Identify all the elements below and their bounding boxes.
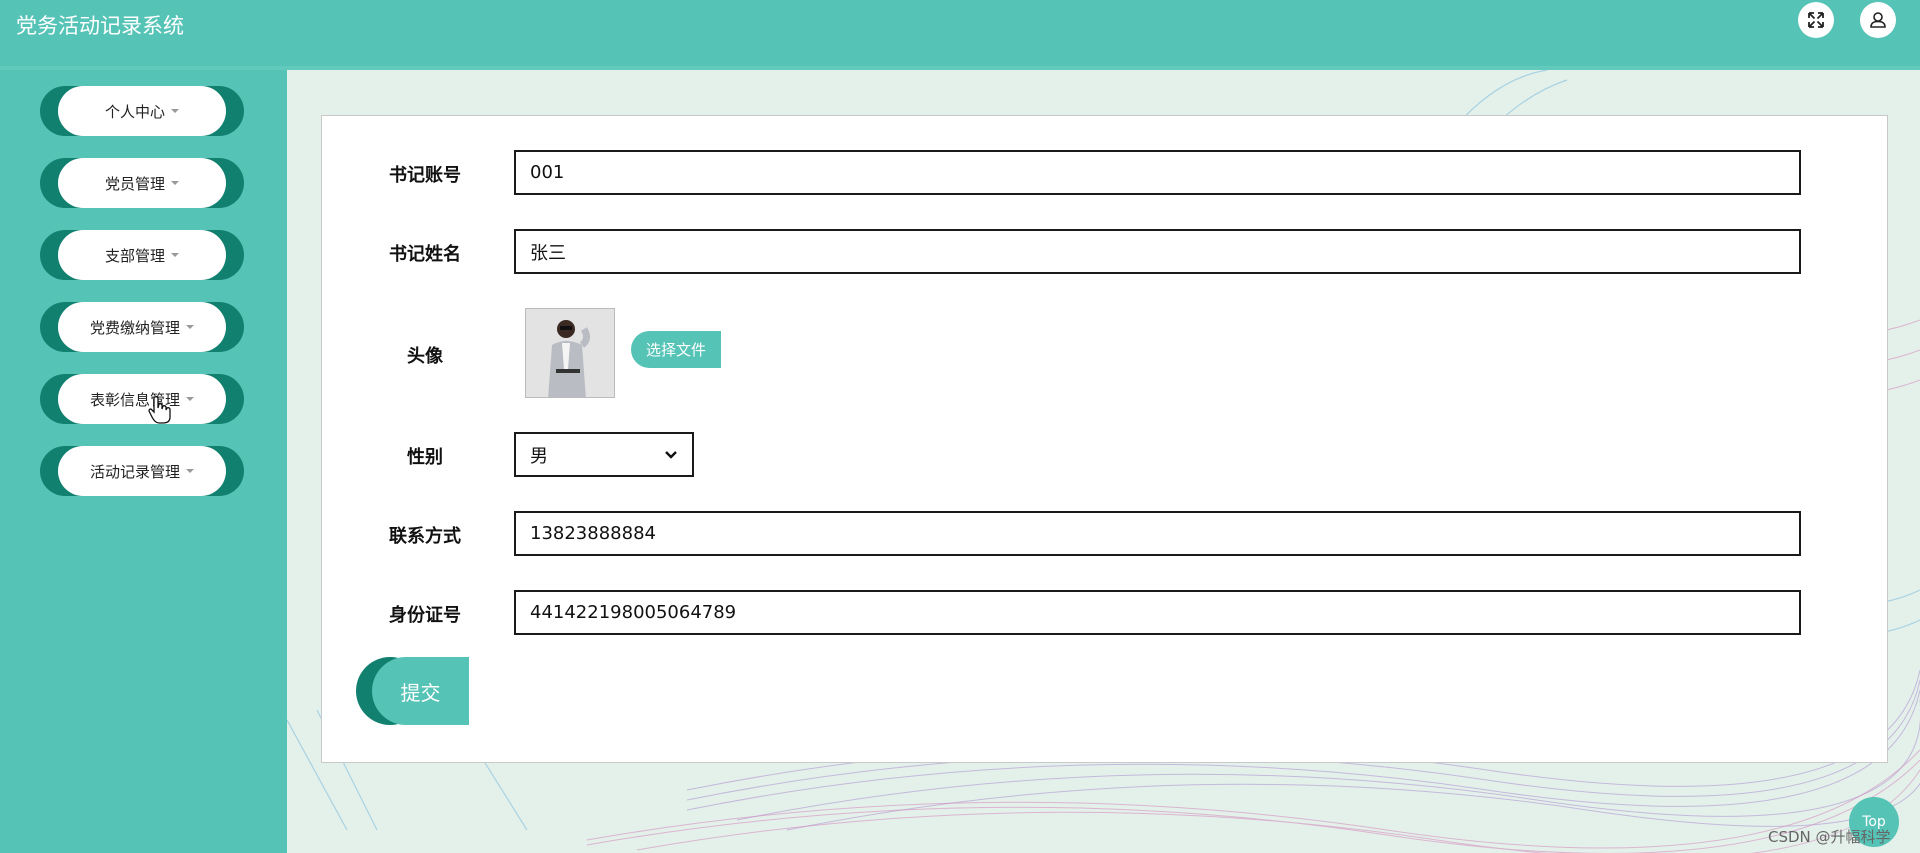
caret-down-icon	[186, 325, 194, 329]
sidebar-item-label: 支部管理	[104, 246, 165, 265]
menu-pill[interactable]: 活动记录管理	[58, 446, 226, 496]
id-card-input[interactable]	[514, 590, 1801, 635]
caret-down-icon	[186, 397, 194, 401]
account-input[interactable]	[514, 150, 1801, 195]
submit-button[interactable]: 提交	[372, 657, 469, 725]
sidebar-item-dues-management[interactable]: 党费缴纳管理	[40, 302, 244, 352]
sidebar-item-label: 活动记录管理	[89, 462, 180, 481]
person-photo-icon	[526, 309, 614, 397]
avatar-label: 头像	[407, 346, 443, 367]
hand-cursor-icon	[148, 396, 171, 424]
form-card: 书记账号 书记姓名 头像 选择文件 性别 男 联系方式 身份证号 提交	[321, 115, 1888, 763]
app-title: 党务活动记录系统	[16, 14, 184, 38]
name-label: 书记姓名	[389, 244, 461, 265]
user-button[interactable]	[1860, 2, 1896, 38]
phone-label: 联系方式	[389, 526, 461, 547]
sidebar-item-member-management[interactable]: 党员管理	[40, 158, 244, 208]
sidebar: 个人中心 党员管理 支部管理 党费缴纳管理 表彰信息管理 活动记录管理	[0, 70, 287, 853]
caret-down-icon	[186, 469, 194, 473]
avatar-image	[525, 308, 615, 398]
sidebar-item-branch-management[interactable]: 支部管理	[40, 230, 244, 280]
watermark: CSDN @升幅科学	[1768, 828, 1891, 846]
caret-down-icon	[171, 109, 179, 113]
menu-pill[interactable]: 党费缴纳管理	[58, 302, 226, 352]
sidebar-item-activity-management[interactable]: 活动记录管理	[40, 446, 244, 496]
fullscreen-icon	[1808, 12, 1824, 28]
menu-pill[interactable]: 个人中心	[58, 86, 226, 136]
sidebar-item-label: 党员管理	[104, 174, 165, 193]
name-input[interactable]	[514, 229, 1801, 274]
sidebar-item-commendation-management[interactable]: 表彰信息管理	[40, 374, 244, 424]
gender-label: 性别	[407, 447, 443, 468]
sidebar-item-label: 个人中心	[104, 102, 165, 121]
sidebar-item-label: 党费缴纳管理	[89, 318, 180, 337]
menu-pill[interactable]: 党员管理	[58, 158, 226, 208]
header: 党务活动记录系统	[0, 0, 1920, 70]
gender-select-value: 男	[530, 445, 548, 467]
chevron-down-icon	[665, 450, 677, 459]
fullscreen-button[interactable]	[1798, 2, 1834, 38]
menu-pill[interactable]: 支部管理	[58, 230, 226, 280]
id-card-label: 身份证号	[389, 605, 461, 626]
choose-file-button[interactable]: 选择文件	[631, 331, 721, 368]
submit-button-wrapper[interactable]: 提交	[356, 657, 469, 725]
menu-pill[interactable]: 表彰信息管理	[58, 374, 226, 424]
sidebar-item-personal-center[interactable]: 个人中心	[40, 86, 244, 136]
user-icon	[1870, 12, 1886, 28]
caret-down-icon	[171, 253, 179, 257]
phone-input[interactable]	[514, 511, 1801, 556]
account-label: 书记账号	[389, 165, 461, 186]
caret-down-icon	[171, 181, 179, 185]
gender-select[interactable]: 男	[514, 432, 694, 477]
